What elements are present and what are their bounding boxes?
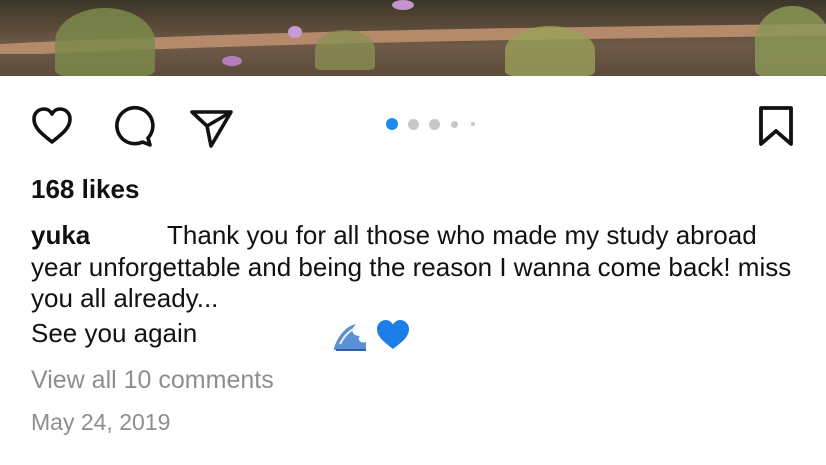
carousel-dot-active[interactable] — [386, 118, 398, 130]
heart-icon[interactable] — [28, 102, 76, 150]
paper-plane-icon[interactable] — [187, 102, 235, 150]
post-photo[interactable] — [0, 0, 826, 76]
caption-username[interactable]: yuka — [31, 220, 90, 250]
photo-flower — [288, 26, 302, 38]
bookmark-icon[interactable] — [752, 102, 800, 150]
photo-plant — [315, 30, 375, 70]
photo-plant — [505, 26, 595, 76]
redacted-text — [90, 227, 161, 248]
carousel-dot[interactable] — [451, 121, 458, 128]
view-comments-link[interactable]: View all 10 comments — [31, 366, 274, 395]
post-caption: yuka Thank you for all those who made my… — [31, 220, 801, 315]
carousel-dot[interactable] — [471, 122, 475, 126]
post-date: May 24, 2019 — [31, 409, 171, 435]
photo-plant — [55, 8, 155, 76]
photo-plant — [755, 6, 826, 76]
wave-emoji — [332, 318, 368, 352]
blue-heart-emoji — [375, 318, 411, 352]
photo-flower — [222, 56, 242, 66]
caption-second-line: See you again — [31, 318, 411, 352]
speech-bubble-icon[interactable] — [108, 102, 156, 150]
carousel-dot[interactable] — [408, 119, 419, 130]
photo-flower — [392, 0, 414, 10]
caption-second-line-text: See you again — [31, 318, 198, 348]
likes-count[interactable]: 168 likes — [31, 174, 139, 205]
carousel-dot[interactable] — [429, 119, 440, 130]
